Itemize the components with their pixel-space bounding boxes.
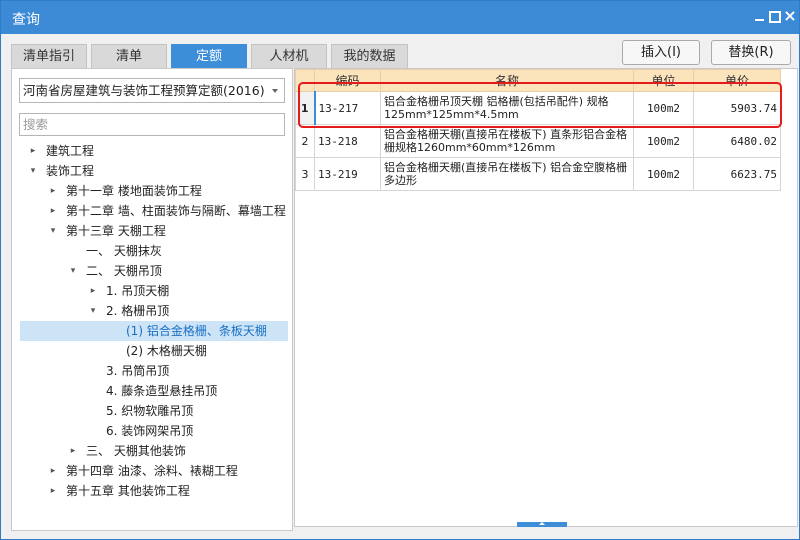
expanded-arrow-icon[interactable]: ▾ <box>68 261 78 281</box>
chapter-tree: ▸ 建筑工程 ▾ 装饰工程 ▸ 第十一章 楼地面装饰工程 ▸ 第十二章 墙、柱面装饰与隔断、幕… <box>20 141 288 501</box>
collapsed-arrow-icon[interactable]: ▸ <box>88 281 98 301</box>
tree-node-label: 第十四章 油漆、涂料、裱糊工程 <box>66 464 238 478</box>
tree-node-label: 2. 格栅吊顶 <box>106 304 170 318</box>
insert-button[interactable]: 插入(I) <box>622 40 700 65</box>
column-header-unit[interactable]: 单位 <box>633 69 694 92</box>
tab-list[interactable]: 清单 <box>91 44 167 68</box>
column-header-price[interactable]: 单价 <box>693 69 781 92</box>
column-header-name[interactable]: 名称 <box>380 69 634 92</box>
table-row[interactable]: 2 13-218 铝合金格栅天棚(直接吊在楼板下) 直条形铝合金格栅规格1260… <box>295 124 781 158</box>
titlebar: 查询 × <box>1 1 799 34</box>
row-name[interactable]: 铝合金格栅天棚(直接吊在楼板下) 铝合金空腹格栅 多边形 <box>380 157 634 191</box>
collapsed-arrow-icon[interactable]: ▸ <box>68 441 78 461</box>
expanded-arrow-icon[interactable]: ▾ <box>48 221 58 241</box>
row-unit[interactable]: 100m2 <box>633 91 694 125</box>
column-header-code[interactable]: 编码 <box>314 69 381 92</box>
tree-node-label: 第十三章 天棚工程 <box>66 224 166 238</box>
row-index: 2 <box>295 124 315 158</box>
quota-table: 编码 名称 单位 单价 1 13-217 铝合金格栅吊顶天棚 铝格栅(包括吊配件… <box>295 69 781 191</box>
collapsed-arrow-icon[interactable]: ▸ <box>48 201 58 221</box>
column-header-index <box>295 69 315 92</box>
search-input[interactable] <box>19 113 285 136</box>
tab-materials[interactable]: 人材机 <box>251 44 327 68</box>
window-title: 查询 <box>12 12 40 28</box>
tree-node-label: 5. 织物软雕吊顶 <box>106 404 194 418</box>
collapsed-arrow-icon[interactable]: ▸ <box>28 141 38 161</box>
tree-node-label: 1. 吊顶天棚 <box>106 284 170 298</box>
tree-node[interactable]: 5. 织物软雕吊顶 <box>20 401 288 421</box>
tree-node-label: 3. 吊筒吊顶 <box>106 364 170 378</box>
close-icon[interactable]: × <box>783 8 797 24</box>
row-index: 1 <box>295 91 315 125</box>
tab-quota[interactable]: 定额 <box>171 44 247 68</box>
tree-node[interactable]: ▸ 第十一章 楼地面装饰工程 <box>20 181 288 201</box>
chevron-down-icon <box>272 89 278 93</box>
tree-node[interactable]: ▾ 2. 格栅吊顶 <box>20 301 288 321</box>
collapsed-arrow-icon[interactable]: ▸ <box>48 461 58 481</box>
tree-node[interactable]: ▾ 第十三章 天棚工程 <box>20 221 288 241</box>
table-row[interactable]: 3 13-219 铝合金格栅天棚(直接吊在楼板下) 铝合金空腹格栅 多边形 10… <box>295 157 781 191</box>
row-unit[interactable]: 100m2 <box>633 124 694 158</box>
maximize-icon[interactable] <box>769 11 781 23</box>
tree-node-label: 第十一章 楼地面装饰工程 <box>66 184 202 198</box>
tree-node-label: (2) 木格栅天棚 <box>126 344 207 358</box>
row-price[interactable]: 5903.74 <box>693 91 781 125</box>
tree-node[interactable]: 4. 藤条造型悬挂吊顶 <box>20 381 288 401</box>
tree-node[interactable]: 一、 天棚抹灰 <box>20 241 288 261</box>
tree-node[interactable]: ▸ 第十四章 油漆、涂料、裱糊工程 <box>20 461 288 481</box>
row-code[interactable]: 13-218 <box>314 124 381 158</box>
quota-table-panel: 编码 名称 单位 单价 1 13-217 铝合金格栅吊顶天棚 铝格栅(包括吊配件… <box>294 68 798 527</box>
tree-node[interactable]: ▸ 三、 天棚其他装饰 <box>20 441 288 461</box>
row-name[interactable]: 铝合金格栅天棚(直接吊在楼板下) 直条形铝合金格栅规格1260mm*60mm*1… <box>380 124 634 158</box>
row-name[interactable]: 铝合金格栅吊顶天棚 铝格栅(包括吊配件) 规格125mm*125mm*4.5mm <box>380 91 634 125</box>
tree-node-label: (1) 铝合金格栅、条板天棚 <box>126 324 267 338</box>
tree-node[interactable]: ▸ 第十五章 其他装饰工程 <box>20 481 288 501</box>
expanded-arrow-icon[interactable]: ▾ <box>88 301 98 321</box>
tree-node[interactable]: ▾ 装饰工程 <box>20 161 288 181</box>
tree-node-label: 三、 天棚其他装饰 <box>86 444 186 458</box>
tab-my-data[interactable]: 我的数据 <box>331 44 408 68</box>
tree-node[interactable]: ▾ 二、 天棚吊顶 <box>20 261 288 281</box>
tree-node-label: 建筑工程 <box>46 144 95 158</box>
tree-node-label: 4. 藤条造型悬挂吊顶 <box>106 384 218 398</box>
tree-node[interactable]: 3. 吊筒吊顶 <box>20 361 288 381</box>
table-header-row: 编码 名称 单位 单价 <box>295 69 781 92</box>
tree-node-label: 第十二章 墙、柱面装饰与隔断、幕墙工程 <box>66 204 286 218</box>
collapsed-arrow-icon[interactable]: ▸ <box>48 181 58 201</box>
row-price[interactable]: 6623.75 <box>693 157 781 191</box>
tree-node-label: 6. 装饰网架吊顶 <box>106 424 194 438</box>
row-code[interactable]: 13-219 <box>314 157 381 191</box>
tree-node[interactable]: 6. 装饰网架吊顶 <box>20 421 288 441</box>
collapsed-arrow-icon[interactable]: ▸ <box>48 481 58 501</box>
quota-tree-panel: 河南省房屋建筑与装饰工程预算定额(2016) ▸ 建筑工程 ▾ 装饰工程 ▸ 第十一章 楼… <box>11 68 293 531</box>
minimize-icon[interactable] <box>753 10 767 24</box>
quota-library-value: 河南省房屋建筑与装饰工程预算定额(2016) <box>23 83 265 98</box>
expanded-arrow-icon[interactable]: ▾ <box>28 161 38 181</box>
table-row[interactable]: 1 13-217 铝合金格栅吊顶天棚 铝格栅(包括吊配件) 规格125mm*12… <box>295 91 781 125</box>
panel-resize-handle[interactable] <box>517 522 567 527</box>
tree-node-label: 一、 天棚抹灰 <box>86 244 162 258</box>
tree-node[interactable]: ▸ 第十二章 墙、柱面装饰与隔断、幕墙工程 <box>20 201 288 221</box>
tree-node[interactable]: ▸ 1. 吊顶天棚 <box>20 281 288 301</box>
tab-list-guide[interactable]: 清单指引 <box>11 44 87 68</box>
row-index: 3 <box>295 157 315 191</box>
tree-node-label: 二、 天棚吊顶 <box>86 264 162 278</box>
row-unit[interactable]: 100m2 <box>633 157 694 191</box>
replace-button[interactable]: 替换(R) <box>711 40 791 65</box>
tree-node[interactable]: ▸ 建筑工程 <box>20 141 288 161</box>
query-window: 查询 × 清单指引 清单 定额 人材机 我的数据 插入(I) 替换(R) 河南省… <box>0 0 800 540</box>
quota-library-select[interactable]: 河南省房屋建筑与装饰工程预算定额(2016) <box>19 78 285 103</box>
tree-node[interactable]: (1) 铝合金格栅、条板天棚 <box>20 321 288 341</box>
row-price[interactable]: 6480.02 <box>693 124 781 158</box>
tree-node-label: 装饰工程 <box>46 164 95 178</box>
tree-node-label: 第十五章 其他装饰工程 <box>66 484 190 498</box>
row-code[interactable]: 13-217 <box>313 91 381 125</box>
tree-node[interactable]: (2) 木格栅天棚 <box>20 341 288 361</box>
